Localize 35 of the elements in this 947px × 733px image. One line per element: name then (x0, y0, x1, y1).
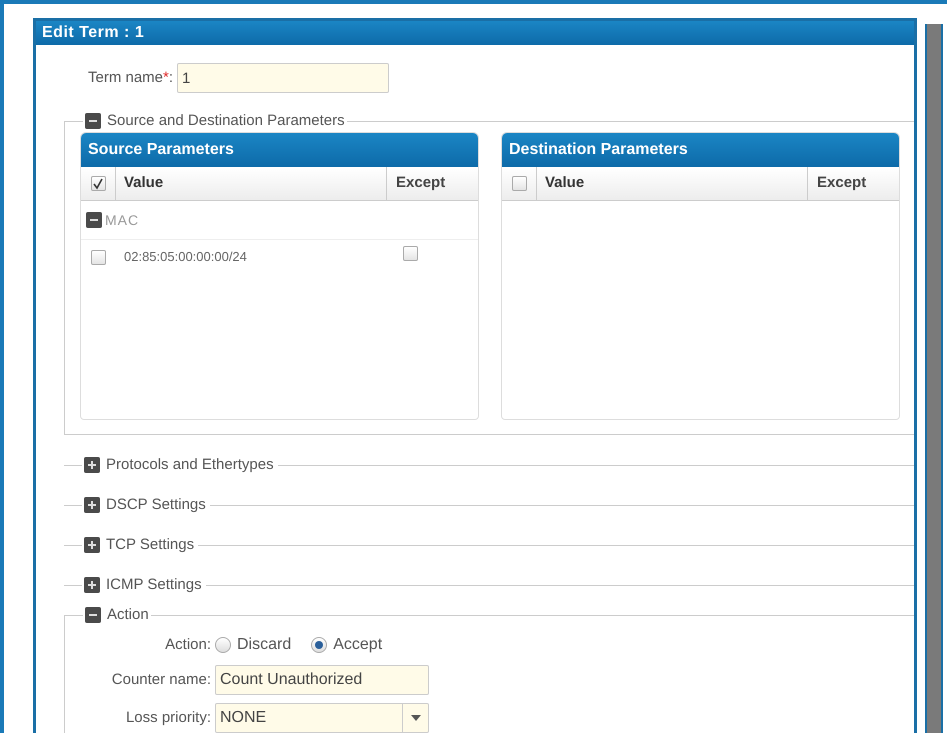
collapse-icon[interactable] (85, 607, 101, 623)
panel-title: Source Parameters (88, 140, 234, 160)
table-cell-text: 02:85:05:00:00:00/24 (123, 248, 248, 266)
section-title[interactable]: Protocols and Ethertypes (106, 454, 274, 476)
checkbox[interactable] (403, 246, 418, 261)
checkbox[interactable] (512, 176, 526, 191)
section-title[interactable]: DSCP Settings (106, 494, 206, 516)
expand-icon[interactable] (84, 577, 100, 593)
field-label: Term name*: (88, 68, 174, 88)
checkbox[interactable] (91, 250, 106, 264)
panel-title: Destination Parameters (509, 140, 688, 160)
column-header[interactable]: Except (817, 172, 866, 195)
checkbox[interactable] (90, 176, 106, 191)
column-header[interactable]: Except (396, 172, 446, 195)
field-label: Action: (164, 634, 212, 655)
section-title[interactable]: ICMP Settings (106, 574, 202, 596)
term-name-field[interactable]: 1 (177, 63, 390, 93)
expand-icon[interactable] (84, 537, 100, 553)
dialog-title: Edit Term : 1 (42, 23, 144, 43)
section-title[interactable]: TCP Settings (106, 534, 194, 556)
column-header[interactable]: Value (545, 172, 584, 195)
column-header[interactable]: Value (124, 172, 164, 195)
loss-priority-dropdown[interactable]: NONE (215, 703, 429, 733)
expand-icon[interactable] (84, 457, 100, 473)
collapse-icon[interactable] (85, 113, 101, 129)
field-label: Counter name: (110, 670, 212, 690)
radio-option[interactable]: Discard (215, 633, 292, 657)
section-title[interactable]: Action (107, 604, 149, 626)
radio-option[interactable]: Accept (311, 633, 382, 657)
expand-icon[interactable] (84, 497, 100, 513)
scrollbar[interactable] (925, 24, 943, 733)
section-title[interactable]: Source and Destination Parameters (107, 110, 345, 132)
field-label: Loss priority: (124, 708, 212, 728)
counter-name-field[interactable]: Count Unauthorized (215, 665, 429, 695)
collapse-icon[interactable] (86, 212, 102, 228)
